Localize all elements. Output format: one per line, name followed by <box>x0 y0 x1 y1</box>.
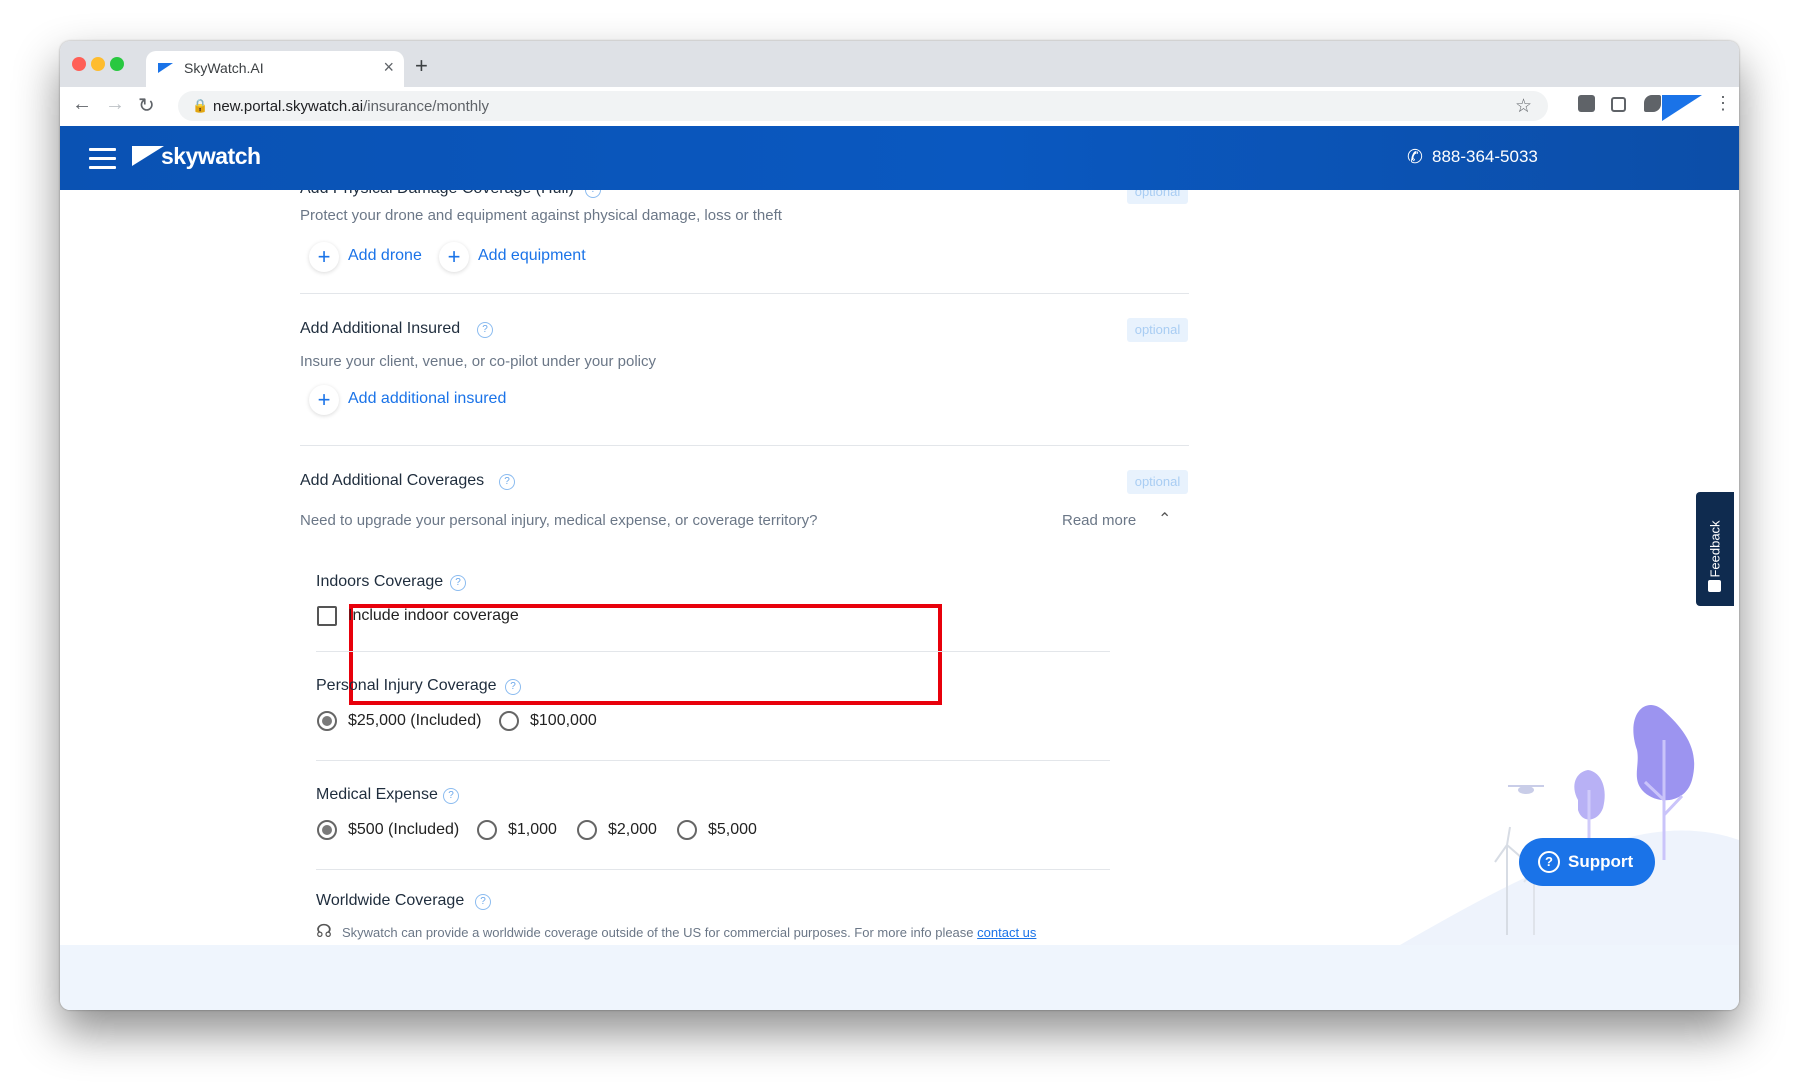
divider <box>300 293 1189 294</box>
additional-insured-title: Add Additional Insured <box>300 320 461 337</box>
forward-arrow-icon[interactable]: → <box>105 93 125 116</box>
brand-logo-text[interactable]: skywatch <box>161 143 261 170</box>
add-equipment-plus-icon[interactable]: + <box>439 242 469 272</box>
medical-expense-title: Medical Expense <box>316 786 438 803</box>
feedback-label: Feedback <box>1707 520 1723 578</box>
worldwide-description: Skywatch can provide a worldwide coverag… <box>342 925 1036 940</box>
personal-injury-option-label[interactable]: $100,000 <box>530 712 597 730</box>
app-header: skywatch ✆ 888-364-5033 <box>60 126 1739 190</box>
include-indoor-checkbox[interactable] <box>317 606 337 626</box>
support-label: Support <box>1568 852 1634 871</box>
bookmark-star-icon[interactable]: ☆ <box>1515 95 1532 118</box>
include-indoor-label[interactable]: Include indoor coverage <box>348 607 519 625</box>
indoors-coverage-title: Indoors Coverage <box>316 573 444 590</box>
additional-insured-optional-badge: optional <box>1127 318 1188 342</box>
url-host: new.portal.skywatch.ai <box>213 98 364 115</box>
personal-injury-radio-25000[interactable] <box>317 711 337 731</box>
additional-insured-help-icon[interactable]: ? <box>477 322 493 338</box>
phone-icon: ✆ <box>1407 147 1423 168</box>
address-bar[interactable]: 🔒 new.portal.skywatch.ai/insurance/month… <box>178 91 1548 121</box>
additional-coverages-optional-badge: optional <box>1127 470 1188 494</box>
add-drone-plus-icon[interactable]: + <box>309 242 339 272</box>
menu-dots-icon[interactable]: ⋮ <box>1714 93 1732 114</box>
back-arrow-icon[interactable]: ← <box>72 93 92 116</box>
hull-help-icon[interactable]: ? <box>585 190 601 198</box>
tab-title: SkyWatch.AI <box>184 60 264 76</box>
chevron-up-icon[interactable]: ⌃ <box>1158 509 1171 529</box>
profile-avatar[interactable] <box>1662 95 1702 121</box>
personal-injury-radio-100000[interactable] <box>499 711 519 731</box>
add-additional-insured-plus-icon[interactable]: + <box>309 385 339 415</box>
contact-us-link[interactable]: contact us <box>977 925 1036 940</box>
medical-expense-option-label[interactable]: $5,000 <box>708 821 757 839</box>
add-equipment-link[interactable]: Add equipment <box>478 247 586 265</box>
skywatch-favicon-icon <box>158 63 173 73</box>
divider <box>300 445 1189 446</box>
hull-section-title: Add Physical Damage Coverage (Hull) <box>300 190 574 198</box>
phone-number[interactable]: 888-364-5033 <box>1432 147 1538 167</box>
add-additional-insured-link[interactable]: Add additional insured <box>348 390 506 408</box>
maximize-window-button[interactable] <box>110 57 124 71</box>
browser-tab[interactable]: SkyWatch.AI × <box>146 51 404 87</box>
lock-icon: 🔒 <box>192 98 209 113</box>
medical-expense-radio-2000[interactable] <box>577 820 597 840</box>
url-text: new.portal.skywatch.ai/insurance/monthly <box>213 98 489 115</box>
skywatch-logo-icon <box>132 146 164 166</box>
grid-extension-icon[interactable] <box>1611 97 1626 112</box>
tab-close-icon[interactable]: × <box>383 57 394 78</box>
new-tab-button[interactable]: + <box>415 53 428 79</box>
worldwide-help-icon[interactable]: ? <box>475 894 491 910</box>
browser-toolbar: ← → ↻ 🔒 new.portal.skywatch.ai/insurance… <box>60 87 1739 127</box>
add-drone-link[interactable]: Add drone <box>348 247 422 265</box>
medical-expense-help-icon[interactable]: ? <box>443 788 459 804</box>
personal-injury-option-label[interactable]: $25,000 (Included) <box>348 712 481 730</box>
read-more-link[interactable]: Read more <box>1062 512 1136 529</box>
puzzle-extensions-icon[interactable] <box>1644 95 1661 112</box>
close-window-button[interactable] <box>72 57 86 71</box>
personal-injury-title: Personal Injury Coverage <box>316 677 497 694</box>
hull-description: Protect your drone and equipment against… <box>300 207 782 224</box>
hull-optional-badge: optional <box>1127 190 1188 204</box>
additional-coverages-description: Need to upgrade your personal injury, me… <box>300 512 818 529</box>
hamburger-menu-icon[interactable] <box>89 148 116 175</box>
medical-expense-option-label[interactable]: $2,000 <box>608 821 657 839</box>
main-content: Add Physical Damage Coverage (Hull) ? op… <box>60 190 1739 1010</box>
url-path: /insurance/monthly <box>363 98 489 115</box>
indoors-help-icon[interactable]: ? <box>450 575 466 591</box>
medical-expense-option-label[interactable]: $500 (Included) <box>348 821 459 839</box>
divider <box>316 651 1110 652</box>
divider <box>316 869 1110 870</box>
additional-coverages-help-icon[interactable]: ? <box>499 474 515 490</box>
headset-icon: ☊ <box>316 921 332 941</box>
personal-injury-help-icon[interactable]: ? <box>505 679 521 695</box>
support-button[interactable]: ? Support <box>1519 838 1655 886</box>
minimize-window-button[interactable] <box>91 57 105 71</box>
worldwide-coverage-title: Worldwide Coverage <box>316 892 465 909</box>
medical-expense-option-label[interactable]: $1,000 <box>508 821 557 839</box>
additional-coverages-title: Add Additional Coverages <box>300 472 485 489</box>
feedback-chat-icon <box>1708 580 1721 592</box>
browser-window: SkyWatch.AI × + ← → ↻ 🔒 new.portal.skywa… <box>60 41 1739 1010</box>
divider <box>316 760 1110 761</box>
reload-icon[interactable]: ↻ <box>138 93 155 118</box>
worldwide-text: Skywatch can provide a worldwide coverag… <box>342 925 974 940</box>
medical-expense-radio-5000[interactable] <box>677 820 697 840</box>
trees-illustration <box>1400 704 1739 960</box>
footer-band <box>60 945 1739 1010</box>
tab-strip: SkyWatch.AI × + <box>60 41 1739 87</box>
medical-expense-radio-500[interactable] <box>317 820 337 840</box>
feedback-tab[interactable]: Feedback <box>1696 492 1734 606</box>
medical-expense-radio-1000[interactable] <box>477 820 497 840</box>
extension-icon[interactable] <box>1578 95 1595 112</box>
additional-insured-description: Insure your client, venue, or co-pilot u… <box>300 353 657 370</box>
help-circle-icon: ? <box>1538 851 1560 873</box>
